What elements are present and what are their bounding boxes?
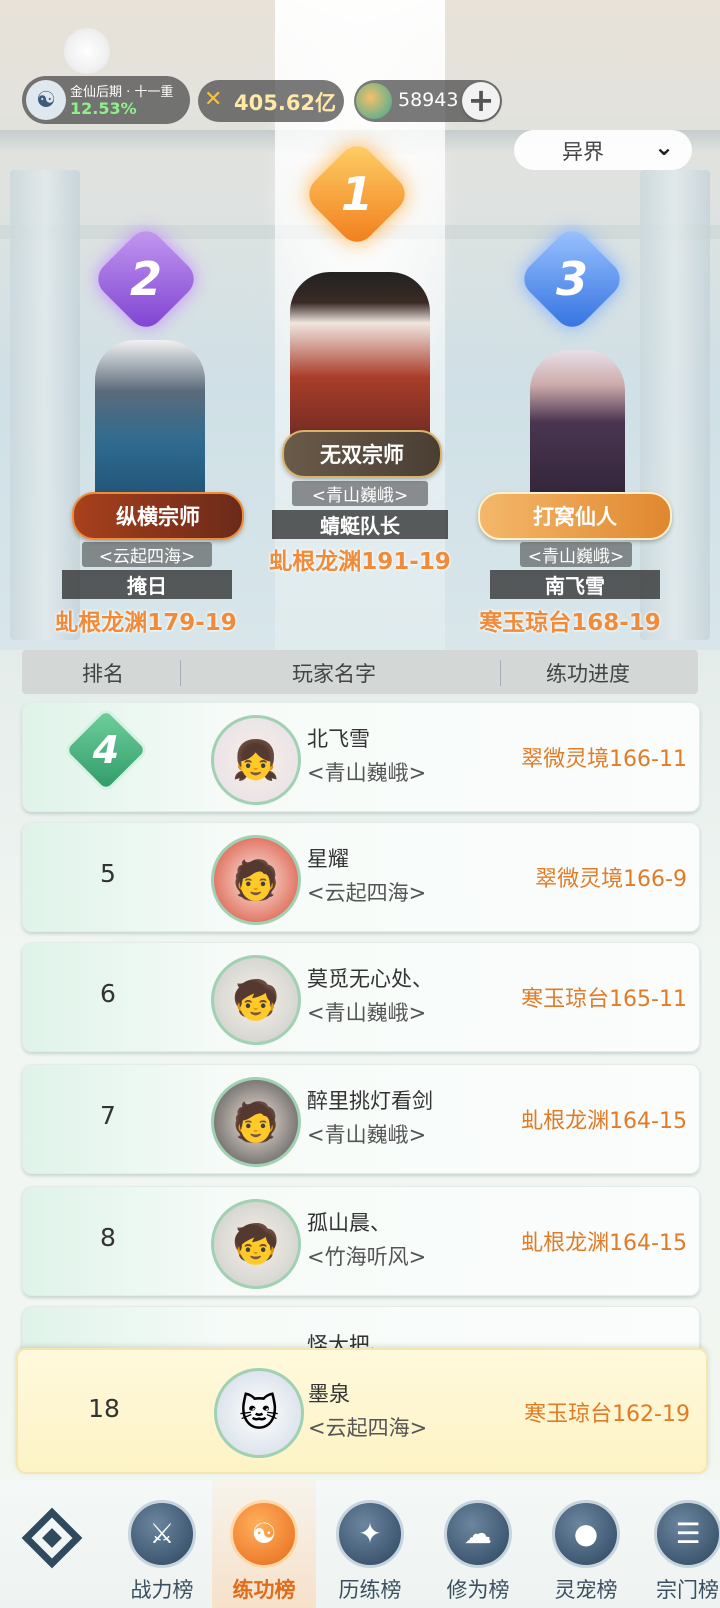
rank-number: 5	[100, 859, 116, 888]
avatar: 🧒	[211, 955, 301, 1045]
avatar: 👧	[211, 715, 301, 805]
nav-sect-rank[interactable]: ☰ 宗门榜	[636, 1480, 720, 1608]
gold-currency: ✕ 405.62亿	[198, 80, 344, 122]
moon	[64, 28, 110, 74]
gold-amount: 405.62亿	[234, 91, 337, 115]
nav-label: 战力榜	[130, 1578, 194, 1602]
cultivator-hat-icon: ☁	[444, 1500, 512, 1568]
my-rank-row[interactable]: 18 🐱 墨泉 <云起四海> 寒玉琼台162-19	[16, 1348, 708, 1474]
gold-icon: ✕	[204, 87, 223, 112]
my-name: 墨泉	[308, 1382, 350, 1406]
rank-1-character[interactable]	[290, 272, 430, 442]
player-progress: 虬根龙渊164-15	[521, 1231, 687, 1256]
rank-3-title: 打窝仙人	[478, 492, 672, 540]
rank-number: 8	[100, 1223, 116, 1252]
header-progress: 练功进度	[546, 662, 630, 686]
avatar: 🧒	[211, 1199, 301, 1289]
rank-number: 7	[100, 1101, 116, 1130]
rank-3-guild: <青山巍峨>	[520, 542, 632, 567]
player-name: 醉里挑灯看剑	[307, 1089, 433, 1113]
player-name: 孤山晨、	[307, 1211, 391, 1235]
rank-3-progress: 寒玉琼台168-19	[479, 610, 661, 636]
plus-icon[interactable]: +	[462, 82, 500, 120]
cat-face-icon: ●	[552, 1500, 620, 1568]
player-progress: 翠微灵境166-11	[521, 747, 687, 772]
realm-name: 金仙后期 · 十一重	[70, 85, 174, 100]
gem-icon	[356, 83, 392, 119]
nav-cultivation-rank[interactable]: ☁ 修为榜	[426, 1480, 530, 1608]
rank-2-progress: 虬根龙渊179-19	[55, 610, 237, 636]
gem-amount: 58943	[398, 89, 459, 111]
rank-1-guild: <青山巍峨>	[292, 481, 428, 506]
player-guild: <青山巍峨>	[307, 1123, 427, 1147]
my-progress: 寒玉琼台162-19	[524, 1402, 690, 1427]
nav-power-rank[interactable]: ⚔ 战力榜	[110, 1480, 214, 1608]
player-progress: 虬根龙渊164-15	[521, 1109, 687, 1134]
my-rank-number: 18	[88, 1394, 120, 1423]
rank-3-name: 南飞雪	[490, 570, 660, 599]
table-row[interactable]: 8 🧒 孤山晨、 <竹海听风> 虬根龙渊164-15	[22, 1186, 700, 1296]
rank-1-title: 无双宗师	[282, 430, 442, 478]
player-guild: <青山巍峨>	[307, 1001, 427, 1025]
player-guild: <青山巍峨>	[307, 761, 427, 785]
header-divider	[500, 660, 501, 686]
compass-icon: ✦	[336, 1500, 404, 1568]
menu-diamond-icon[interactable]	[20, 1506, 84, 1570]
player-name: 北飞雪	[307, 727, 370, 751]
table-row[interactable]: 4 👧 北飞雪 <青山巍峨> 翠微灵境166-11	[22, 702, 700, 812]
realm-percent: 12.53%	[70, 99, 137, 118]
my-guild: <云起四海>	[308, 1416, 428, 1440]
nav-label: 修为榜	[446, 1578, 510, 1602]
avatar: 🧑	[211, 835, 301, 925]
realm-status[interactable]: ☯ 金仙后期 · 十一重 12.53%	[22, 76, 190, 124]
rank-4-badge: 4	[62, 706, 150, 794]
nav-label: 练功榜	[232, 1578, 296, 1602]
nav-label: 灵宠榜	[554, 1578, 618, 1602]
ranking-table-header: 排名 玩家名字 练功进度	[22, 650, 698, 694]
crossed-swords-icon: ⚔	[128, 1500, 196, 1568]
server-select-label: 异界	[562, 140, 604, 164]
nav-training-rank[interactable]: ☯ 练功榜	[212, 1480, 316, 1608]
rank-number: 6	[100, 979, 116, 1008]
rank-2-name: 掩日	[62, 570, 232, 599]
header-rank: 排名	[82, 662, 124, 686]
rank-2-guild: <云起四海>	[82, 542, 212, 567]
avatar: 🧑	[211, 1077, 301, 1167]
player-guild: <竹海听风>	[307, 1245, 427, 1269]
player-avatar-icon: ☯	[26, 80, 66, 120]
rank-2-character[interactable]	[95, 340, 205, 510]
header-divider	[180, 660, 181, 686]
nav-experience-rank[interactable]: ✦ 历练榜	[318, 1480, 422, 1608]
rank-3-character[interactable]	[530, 350, 625, 510]
player-name: 星耀	[307, 847, 349, 871]
bottom-nav: ⚔ 战力榜 ☯ 练功榜 ✦ 历练榜 ☁ 修为榜 ● 灵宠榜 ☰ 宗门榜	[0, 1480, 720, 1608]
rank-1-progress: 虬根龙渊191-19	[269, 549, 451, 575]
player-name: 莫觅无心处、	[307, 967, 433, 991]
player-progress: 寒玉琼台165-11	[521, 987, 687, 1012]
nav-label: 宗门榜	[656, 1578, 719, 1602]
nav-pet-rank[interactable]: ● 灵宠榜	[534, 1480, 638, 1608]
header-player: 玩家名字	[292, 662, 376, 686]
table-row[interactable]: 6 🧒 莫觅无心处、 <青山巍峨> 寒玉琼台165-11	[22, 942, 700, 1052]
rank-1-name: 蜻蜓队长	[272, 510, 448, 539]
chevron-down-icon: ⌄	[654, 133, 675, 161]
player-guild: <云起四海>	[307, 881, 427, 905]
my-avatar: 🐱	[214, 1368, 304, 1458]
rank-2-title: 纵横宗师	[72, 492, 244, 540]
server-select[interactable]: 异界 ⌄	[514, 130, 692, 170]
table-row[interactable]: 5 🧑 星耀 <云起四海> 翠微灵境166-9	[22, 822, 700, 932]
player-progress: 翠微灵境166-9	[535, 867, 687, 892]
nav-label: 历练榜	[338, 1578, 402, 1602]
yin-yang-icon: ☯	[230, 1500, 298, 1568]
table-row[interactable]: 7 🧑 醉里挑灯看剑 <青山巍峨> 虬根龙渊164-15	[22, 1064, 700, 1174]
scroll-icon: ☰	[654, 1500, 720, 1568]
